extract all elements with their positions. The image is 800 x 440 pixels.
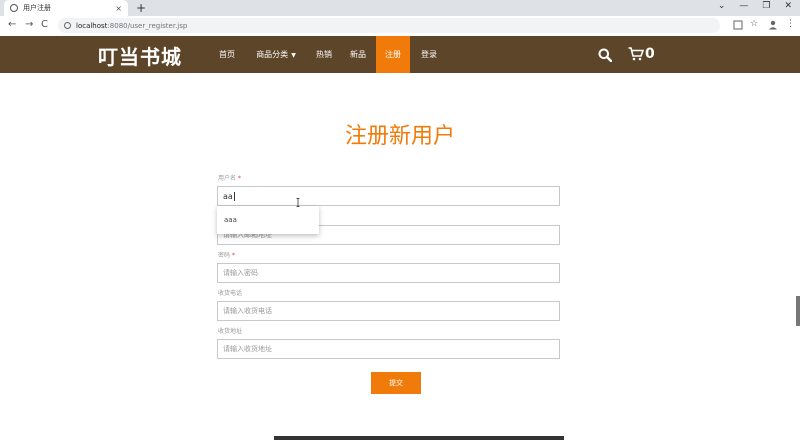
caret-down-icon: ▼ [291,52,296,59]
profile-icon[interactable] [768,20,778,30]
text-caret [233,191,235,201]
browser-tab[interactable]: 用户注册 × [4,0,128,16]
phone-label: 收货电话 [218,290,243,297]
back-icon[interactable]: ← [8,19,16,30]
reload-icon[interactable]: C [41,19,48,30]
nav-register[interactable]: 注册 [376,36,410,73]
password-input[interactable]: 请输入密码 [217,263,560,283]
phone-placeholder: 请输入收货电话 [223,307,272,315]
page-title: 注册新用户 [344,124,455,149]
cart-count: 0 [645,46,655,62]
scrollbar-thumb[interactable] [796,296,800,326]
minimize-icon[interactable]: — [739,1,748,11]
username-label-text: 用户名 [218,175,237,182]
tab-title: 用户注册 [23,4,51,12]
autocomplete-dropdown: aaa [217,206,319,234]
url-field[interactable]: localhost:8080/user_register.jsp [58,18,720,33]
tab-search-icon[interactable]: ⌄ [718,1,726,11]
url-host: localhost [76,21,108,30]
nav-new[interactable]: 新品 [341,36,375,73]
bottom-overlay-bar [274,436,564,440]
password-placeholder: 请输入密码 [223,269,258,277]
close-tab-icon[interactable]: × [115,4,122,13]
nav-login[interactable]: 登录 [412,36,446,73]
address-bar: ← → C localhost:8080/user_register.jsp ☆… [0,16,800,37]
password-label-text: 密码 [218,252,231,259]
site-logo[interactable]: 叮当书城 [98,41,182,70]
required-mark: * [237,175,241,182]
cart-icon [628,47,644,61]
text-cursor-icon [296,198,300,207]
submit-button[interactable]: 提交 [371,372,421,394]
search-icon[interactable] [598,48,612,62]
nav-home[interactable]: 首页 [210,36,244,73]
new-tab-button[interactable]: + [136,1,146,15]
username-label: 用户名 * [218,173,241,182]
address-input[interactable]: 请输入收货地址 [217,339,560,359]
autocomplete-option[interactable]: aaa [224,216,237,224]
address-label: 收货地址 [218,328,243,335]
phone-input[interactable]: 请输入收货电话 [217,301,560,321]
nav-hot[interactable]: 热销 [307,36,341,73]
forward-icon[interactable]: → [25,19,33,30]
bookmark-star-icon[interactable]: ☆ [750,19,758,29]
info-icon[interactable] [64,22,71,29]
password-label: 密码 * [218,250,235,259]
nav-categories[interactable]: 商品分类 ▼ [246,36,306,73]
cart-button[interactable]: 0 [628,46,655,62]
url-path: :8080/user_register.jsp [107,21,188,30]
address-placeholder: 请输入收货地址 [223,345,272,353]
share-icon[interactable] [733,20,743,30]
menu-dots-icon[interactable]: ⋮ [786,19,795,29]
browser-tabstrip: 用户注册 × + ⌄ — ❐ ✕ [0,0,800,16]
close-window-icon[interactable]: ✕ [784,1,792,11]
username-input[interactable]: aa [217,186,560,206]
globe-icon [10,4,18,12]
window-controls: ⌄ — ❐ ✕ [718,1,792,11]
username-value: aa [223,191,233,201]
nav-categories-label: 商品分类 [256,50,289,59]
restore-icon[interactable]: ❐ [762,1,770,11]
required-mark: * [231,252,235,259]
